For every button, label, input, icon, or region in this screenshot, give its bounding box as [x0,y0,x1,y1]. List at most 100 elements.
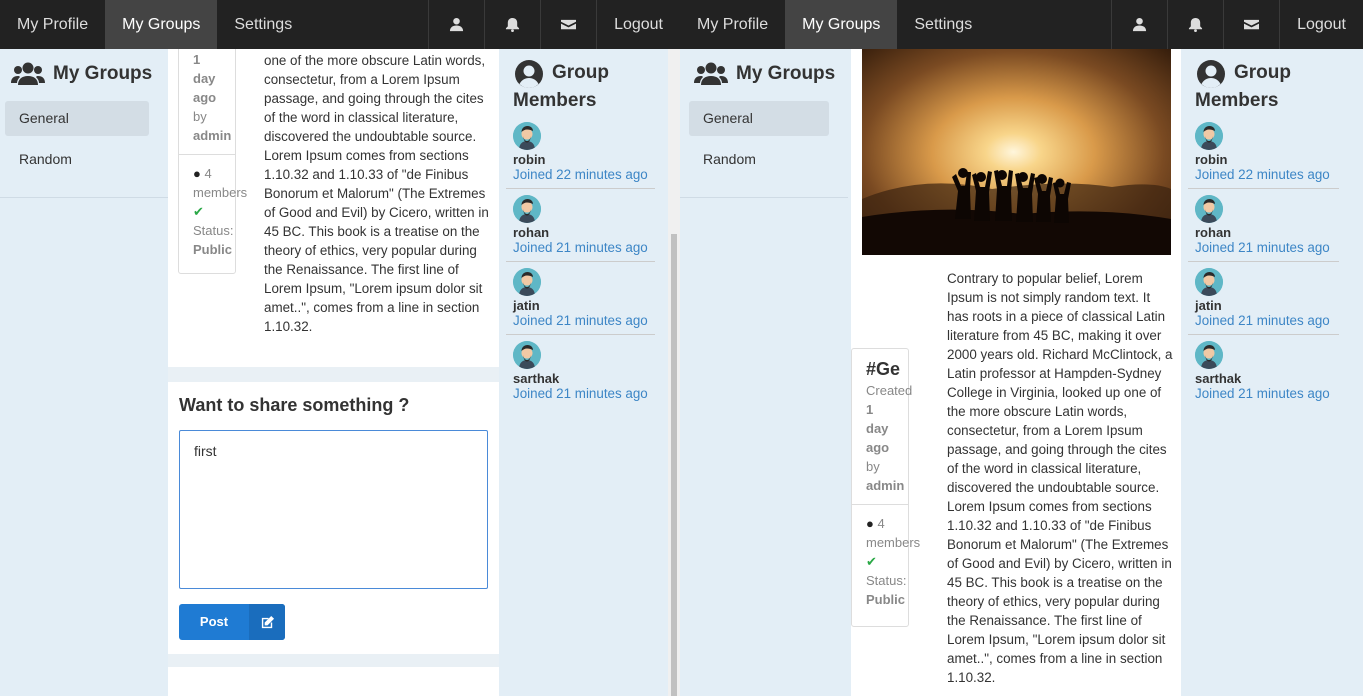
member-name: rohan [1195,225,1232,240]
check-icon: ✔ [866,554,877,569]
post-button[interactable]: Post [179,604,285,640]
members-header: Group [499,49,668,89]
post-created-label: Created [866,383,913,398]
members-panel: Group Members robin Joined 22 minutes ag… [499,49,668,696]
member-list: robin Joined 22 minutes ago rohan Joined… [499,116,668,407]
post-members-count: 4 [204,166,212,181]
sidebar-item-general[interactable]: General [5,101,149,136]
post-card: 1 day ago by admin ● 4 members ✔ Status:… [168,49,499,367]
avatar [513,341,541,369]
post-text: one of the more obscure Latin words, con… [264,53,489,334]
member-joined[interactable]: Joined 22 minutes ago [513,167,655,183]
users-icon [694,62,728,85]
member-joined[interactable]: Joined 21 minutes ago [513,240,655,256]
post-created-day: day [866,421,889,436]
member-joined[interactable]: Joined 21 minutes ago [513,313,655,329]
member-joined[interactable]: Joined 21 minutes ago [513,386,655,402]
members-title-line1: Group [1234,62,1291,83]
post-members-label: members [193,185,248,200]
members-title: Group [1234,59,1291,86]
bell-icon[interactable] [484,0,540,49]
post-members-label: members [866,535,921,550]
user-small-icon: ● [193,166,201,181]
avatar [513,268,541,296]
post-meta: #Ge Created 1 day ago by admin ● 4 membe… [851,348,921,627]
user-icon[interactable] [428,0,484,49]
member-item: jatin Joined 21 minutes ago [1188,262,1339,335]
avatar [513,122,541,150]
post-text: Contrary to popular belief, Lorem Ipsum … [947,271,1173,685]
post-by: by [193,109,207,124]
sidebar-item-random[interactable]: Random [689,142,829,177]
member-item: rohan Joined 21 minutes ago [506,189,655,262]
avatar [1195,341,1223,369]
sidebar-divider [680,197,848,198]
avatar [513,195,541,223]
sidebar-item-general[interactable]: General [689,101,829,136]
envelope-icon[interactable] [540,0,596,49]
nav-my-groups[interactable]: My Groups [785,0,898,49]
post-meta: 1 day ago by admin ● 4 members ✔ Status:… [178,49,248,274]
members-panel: Group Members robin Joined 22 minutes ag… [1181,49,1363,696]
nav-my-groups[interactable]: My Groups [105,0,218,49]
users-icon [11,62,45,85]
member-joined[interactable]: Joined 21 minutes ago [1195,386,1339,402]
envelope-icon[interactable] [1223,0,1279,49]
avatar [1195,268,1223,296]
sidebar: My Groups General Random [0,49,168,696]
scrollbar-thumb[interactable] [671,234,677,696]
post-created-ago: ago [193,90,217,105]
post-created-num: 1 [193,52,201,67]
member-name: sarthak [1195,371,1242,386]
right-window: My Profile My Groups Settings Logout My … [680,0,1363,696]
navbar: My Profile My Groups Settings Logout [0,0,680,49]
member-item: rohan Joined 21 minutes ago [1188,189,1339,262]
share-title: Want to share something ? [179,395,410,415]
left-window: My Profile My Groups Settings Logout My … [0,0,680,696]
nav-my-profile[interactable]: My Profile [680,0,785,49]
member-name: jatin [1195,298,1222,313]
members-header: Group [1181,49,1363,89]
members-count-row: ● 4 [193,164,235,183]
nav-logout[interactable]: Logout [1279,0,1363,49]
post-status-value: Public [866,592,906,607]
post-status-value: Public [193,242,233,257]
user-icon[interactable] [1111,0,1167,49]
members-title-line1: Group [552,62,609,83]
nav-settings[interactable]: Settings [217,0,309,49]
sunset-image [862,49,1171,255]
post-author: admin [866,478,905,493]
avatar [1195,195,1223,223]
bell-icon[interactable] [1167,0,1223,49]
member-name: robin [513,152,546,167]
nav-my-profile[interactable]: My Profile [0,0,105,49]
member-joined[interactable]: Joined 22 minutes ago [1195,167,1339,183]
post-status-label: Status: [193,223,234,238]
nav-logout[interactable]: Logout [596,0,680,49]
member-joined[interactable]: Joined 21 minutes ago [1195,240,1339,256]
post-status-label: Status: [866,573,907,588]
share-card: Want to share something ? first Post [168,382,499,654]
avatar [1195,122,1223,150]
nav-settings[interactable]: Settings [897,0,989,49]
members-title-line2: Members [1195,90,1279,111]
member-name: jatin [513,298,540,313]
member-joined[interactable]: Joined 21 minutes ago [1195,313,1339,329]
members-count-row: ● 4 [866,514,908,533]
scrollbar[interactable] [668,49,680,696]
check-icon: ✔ [193,204,204,219]
share-textarea[interactable]: first [179,430,488,589]
sidebar-title: My Groups [53,63,153,84]
next-post-card [168,667,499,696]
user-circle-icon [515,60,543,88]
member-item: sarthak Joined 21 minutes ago [506,335,655,407]
sidebar-item-random[interactable]: Random [5,142,149,177]
member-item: sarthak Joined 21 minutes ago [1188,335,1339,407]
member-item: jatin Joined 21 minutes ago [506,262,655,335]
post-by: by [866,459,880,474]
member-item: robin Joined 22 minutes ago [506,116,655,189]
members-title-line2: Members [513,90,597,111]
post-group-tag: #Ge [866,359,901,379]
user-small-icon: ● [866,516,874,531]
